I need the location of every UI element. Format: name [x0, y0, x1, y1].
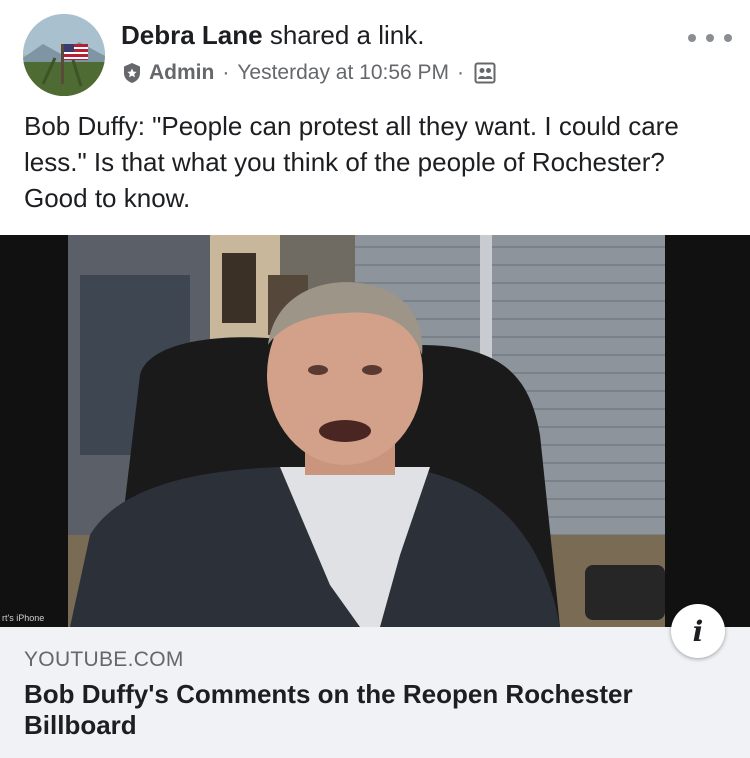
link-title[interactable]: Bob Duffy's Comments on the Reopen Roche…: [24, 679, 714, 741]
meta-separator: ·: [457, 61, 465, 84]
author-avatar[interactable]: [23, 14, 105, 96]
link-preview-card[interactable]: YOUTUBE.COM Bob Duffy's Comments on the …: [0, 627, 750, 758]
more-dot: [724, 34, 732, 42]
group-icon[interactable]: [474, 62, 496, 84]
meta-separator: ·: [222, 61, 230, 84]
info-icon[interactable]: i: [671, 604, 725, 658]
more-dot: [688, 34, 696, 42]
admin-badge-icon: [121, 62, 143, 84]
author-action: shared a link.: [262, 20, 425, 50]
post-text: Bob Duffy: "People can protest all they …: [24, 111, 679, 213]
post-meta: Admin · Yesterday at 10:56 PM ·: [121, 58, 496, 88]
video-caption: rt's iPhone: [2, 613, 45, 623]
author-name[interactable]: Debra Lane: [121, 20, 263, 50]
post-timestamp[interactable]: Yesterday at 10:56 PM: [237, 58, 449, 88]
shared-link-post: Debra Lane shared a link. Admin · Yester…: [0, 0, 750, 758]
more-options-icon[interactable]: [688, 26, 732, 50]
video-thumbnail[interactable]: rt's iPhone: [0, 235, 750, 627]
more-dot: [706, 34, 714, 42]
post-header: Debra Lane shared a link.: [121, 18, 424, 52]
link-domain: YOUTUBE.COM: [24, 648, 184, 671]
admin-label[interactable]: Admin: [149, 58, 214, 88]
